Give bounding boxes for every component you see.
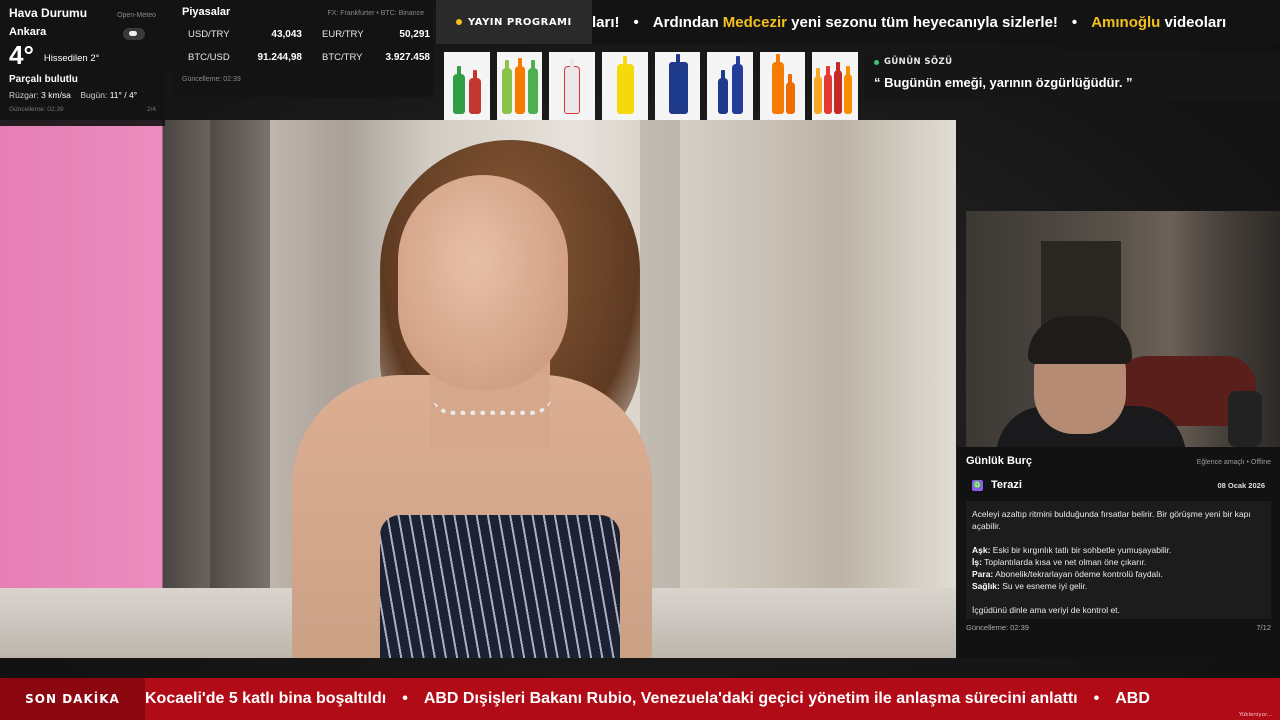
live-dot-icon [874,59,879,65]
horoscope-item: İş: Toplantılarda kısa ve net olman öne … [972,556,1265,568]
main-video-feed [0,120,956,658]
breaking-news-ticker: Kocaeli'de 5 katlı bina boşaltıldı • ABD… [145,678,1280,720]
news-separator: • [402,690,408,707]
news-item: Kocaeli'de 5 katlı bina boşaltıldı [145,690,387,707]
curtain [210,120,270,658]
rate-label: USD/TRY [188,29,230,40]
quote-of-the-day: GÜNÜN SÖZÜ “ Bugünün emeği, yarının özgü… [864,52,1280,100]
item-key: İş: [972,557,982,567]
ticker-separator: • [633,13,639,31]
markets-source: FX: Frankfurter • BTC: Binance [327,10,424,17]
rate-label: BTC/TRY [322,52,363,63]
striped-dress [380,515,620,658]
news-item: ABD Dışişleri Bakanı Rubio, Venezuela'da… [423,690,1078,707]
item-value: Toplantılarda kısa ve net olman öne çıka… [981,557,1147,567]
ticker-highlight: Medcezir [722,13,787,31]
news-separator: • [1093,690,1100,707]
horoscope-sign-name: Terazi [991,479,1022,491]
weather-updated: Güncelleme: 02:39 [9,106,64,113]
partly-cloudy-icon [123,28,145,40]
sponsor-product-strip [444,52,858,120]
rate-value: 3.927.458 [385,52,431,63]
top-ticker-text: ları! • Ardından Medcezir yeni sezonu tü… [592,0,1280,44]
horoscope-closing: İçgüdünü dinle ama veriyi de kontrol et. [972,605,1120,615]
news-item: ABD [1115,690,1150,707]
horoscope-sign: ♎ Terazi [972,479,1022,491]
schedule-button[interactable]: YAYIN PROGRAMI [436,0,592,44]
horoscope-updated: Güncelleme: 02:39 [966,623,1029,632]
rate-label: BTC/USD [188,52,230,63]
weather-feels-like: Hissedilen 2° [43,52,100,64]
weather-page-indicator: 2/4 [146,106,156,113]
weather-source: Open-Meteo [117,12,156,19]
markets-title: Piyasalar [182,6,231,18]
horoscope-item: Para: Abonelik/tekrarlayan ödeme kontrol… [972,568,1265,580]
microphone [1228,391,1262,447]
horoscope-title: Günlük Burç [966,455,1033,467]
product-image [759,52,806,120]
wind-label: Rüzgar: [9,90,39,100]
product-image [707,52,753,120]
product-image [812,52,858,120]
horoscope-intro: Aceleyi azaltıp ritmini bulduğunda fırsa… [972,509,1251,531]
wind-value: 3 km/sa [41,90,71,100]
today-label: Bugün: [80,90,108,100]
ticker-separator: • [1071,13,1078,31]
streamer-webcam [966,211,1280,447]
horoscope-date: 08 Ocak 2026 [1217,480,1265,490]
weather-details: Rüzgar: 3 km/sa Bugün: 11° / 4° [9,90,156,100]
horoscope-item: Sağlık: Su ve esneme iyi gelir. [972,580,1265,592]
markets-grid: USD/TRY 43,043 EUR/TRY 50,291 BTC/USD 91… [182,29,430,63]
product-image [549,52,595,120]
ticker-segment: Ardından Medcezir yeni sezonu tüm heyeca… [653,14,1058,31]
item-value: Su ve esneme iyi gelir. [999,581,1088,591]
breaking-news-bar: SON DAKİKA Kocaeli'de 5 katlı bina boşal… [0,678,1280,720]
ticker-segment: Amınoğlu videoları [1091,14,1226,31]
rate-value: 91.244,98 [257,52,303,63]
loading-text: Yükleniyor... [1239,712,1272,718]
ticker-highlight: Amınoğlu [1091,13,1161,31]
stream-overlay: Hava Durumu Open-Meteo Ankara 4° Hissedi… [0,0,1280,720]
today-value: 11° / 4° [109,90,138,100]
rate-value: 43,043 [271,29,302,40]
breaking-news-label: SON DAKİKA [0,678,145,720]
libra-icon: ♎ [972,479,983,491]
product-image [601,52,648,120]
indicator-dot-icon [456,19,462,25]
item-value: Eski bir kırgınlık tatlı bir sohbetle yu… [990,545,1172,555]
horoscope-item: Aşk: Eski bir kırgınlık tatlı bir sohbet… [972,544,1265,556]
product-image [444,52,490,120]
item-key: Sağlık: [972,581,1000,591]
quote-label: GÜNÜN SÖZÜ [884,57,953,67]
top-ticker-bar: YAYIN PROGRAMI ları! • Ardından Medcezir… [436,0,1280,44]
weather-widget: Hava Durumu Open-Meteo Ankara 4° Hissedi… [0,0,165,126]
ticker-text: Ardından [652,13,723,31]
schedule-button-label: YAYIN PROGRAMI [468,16,572,28]
weather-temperature: 4° [9,40,34,70]
ticker-text: videoları [1160,13,1227,31]
item-key: Para: [972,569,994,579]
product-image [496,52,543,120]
product-image [654,52,701,120]
item-value: Abonelik/tekrarlayan ödeme kontrolü fayd… [993,569,1163,579]
necklace [432,395,552,415]
item-key: Aşk: [972,545,991,555]
ticker-segment: ları! [592,13,620,31]
quote-text: “ Bugünün emeği, yarının özgürlüğüdür. ” [874,75,1133,90]
rate-label: EUR/TRY [322,29,364,40]
horoscope-page-indicator: 7/12 [1256,623,1271,632]
markets-widget: Piyasalar FX: Frankfurter • BTC: Binance… [173,0,433,97]
person-face [398,175,568,390]
rate-value: 50,291 [399,29,430,40]
horoscope-card: Aceleyi azaltıp ritmini bulduğunda fırsa… [966,501,1271,619]
markets-updated: Güncelleme: 02:39 [182,76,241,83]
horoscope-note: Eğlence amaçlı • Offline [1196,459,1271,466]
weather-condition: Parçalı bulutlu [9,74,78,85]
daily-horoscope-panel: Günlük Burç Eğlence amaçlı • Offline ♎ T… [957,447,1280,658]
weather-title: Hava Durumu [9,6,88,20]
ticker-text: yeni sezonu tüm heyecanıyla sizlerle! [786,13,1058,31]
